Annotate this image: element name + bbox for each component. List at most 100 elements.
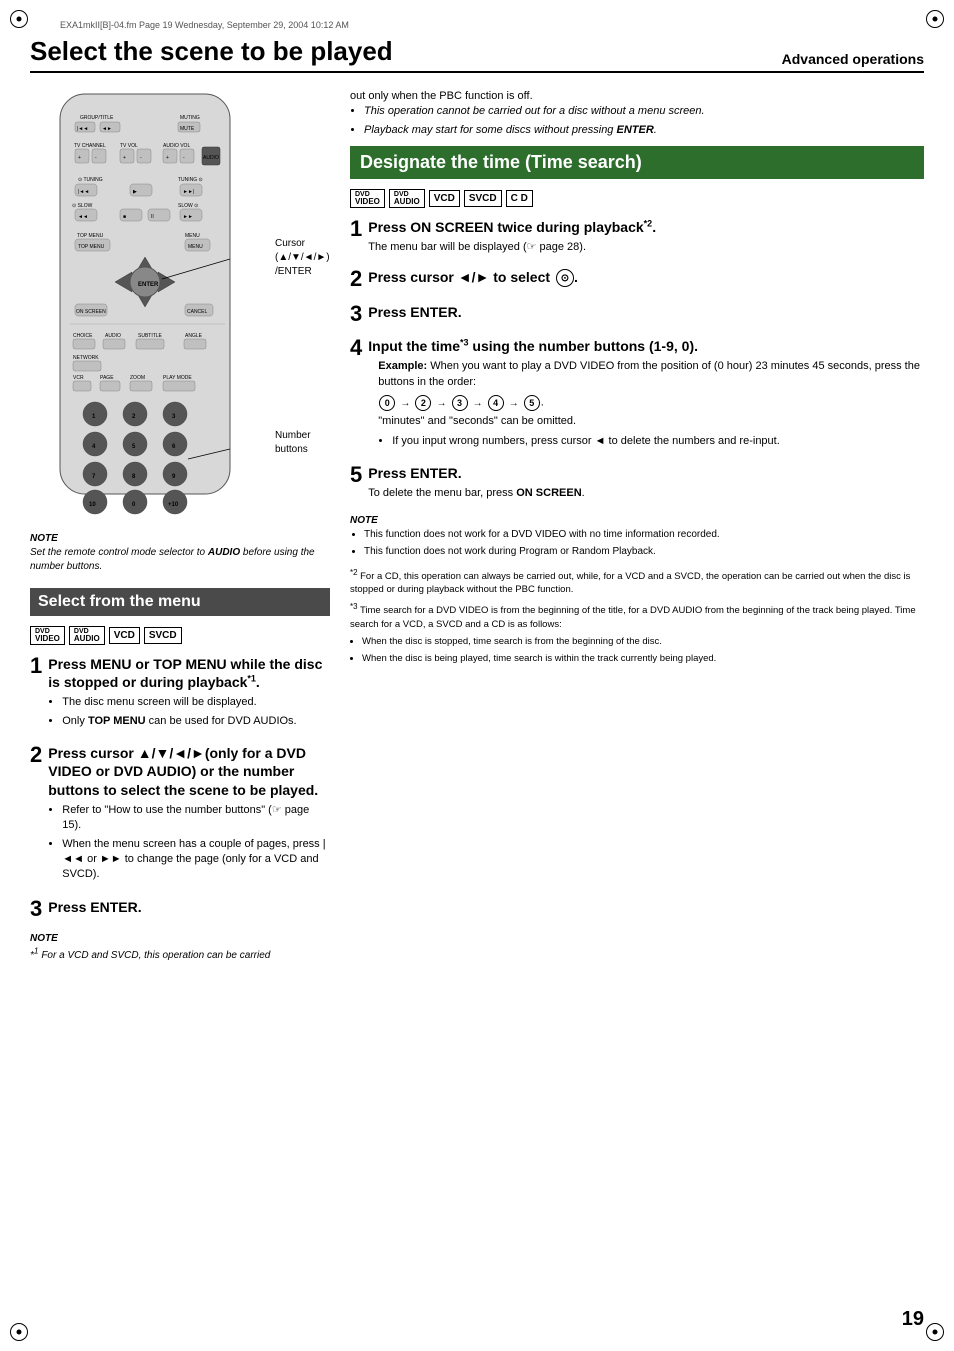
step-des-2-heading: Press cursor ◄/► to select ⊙. — [368, 268, 578, 287]
menu-note-bottom: NOTE *1 For a VCD and SVCD, this operati… — [30, 932, 330, 963]
corner-decoration-tl — [10, 10, 28, 28]
step-des-5: 5 Press ENTER. To delete the menu bar, p… — [350, 464, 924, 502]
step-des-1-number: 1 — [350, 218, 362, 240]
svg-text:NETWORK: NETWORK — [73, 355, 99, 361]
step-menu-2: 2 Press cursor ▲/▼/◄/►(only for a DVD VI… — [30, 744, 330, 886]
step-menu-3-number: 3 — [30, 898, 42, 920]
step-menu-3-heading: Press ENTER. — [48, 898, 141, 916]
example-num-4: 4 — [488, 395, 504, 411]
right-col-intro: out only when the PBC function is off. T… — [350, 89, 924, 138]
designate-formats: DVD VIDEO DVD AUDIO VCD SVCD C D — [350, 189, 924, 208]
number-buttons-label: Numberbuttons — [275, 429, 311, 457]
example-num-0: 0 — [379, 395, 395, 411]
designate-header: Designate the time (Time search) — [350, 146, 924, 179]
step-des-1-heading: Press ON SCREEN twice during playback*2. — [368, 218, 656, 236]
page-title: Select the scene to be played — [30, 36, 393, 67]
svg-text:TOP MENU: TOP MENU — [77, 233, 104, 239]
menu-note-title: NOTE — [30, 933, 58, 944]
badge-dvd-audio-2: DVD AUDIO — [389, 189, 425, 208]
svg-text:MUTE: MUTE — [180, 126, 195, 132]
badge-vcd: VCD — [109, 627, 140, 644]
designate-note-title: NOTE — [350, 515, 378, 526]
svg-text:■: ■ — [123, 214, 126, 220]
svg-text:▶: ▶ — [133, 189, 137, 195]
badge-svcd: SVCD — [144, 627, 182, 644]
badge-vcd-2: VCD — [429, 190, 460, 207]
page-header: Select the scene to be played Advanced o… — [30, 36, 924, 73]
svg-text:GROUP/TITLE: GROUP/TITLE — [80, 115, 114, 121]
svg-text:VCR: VCR — [73, 375, 84, 381]
step-des-2: 2 Press cursor ◄/► to select ⊙. — [350, 268, 924, 291]
svg-text:ZOOM: ZOOM — [130, 375, 145, 381]
step-des-3-heading: Press ENTER. — [368, 303, 461, 321]
designate-note-1: This function does not work for a DVD VI… — [364, 528, 924, 542]
corner-decoration-tr — [926, 10, 944, 28]
step-des-1: 1 Press ON SCREEN twice during playback*… — [350, 218, 924, 256]
example-num-2: 2 — [415, 395, 431, 411]
designate-note-2: This function does not work during Progr… — [364, 545, 924, 559]
left-column: GROUP/TITLE |◄◄ ◄► MUTING MUTE TV CHANNE… — [30, 89, 330, 963]
svg-text:+: + — [123, 155, 126, 161]
svg-text:TV CHANNEL: TV CHANNEL — [74, 143, 106, 149]
step-des-3: 3 Press ENTER. — [350, 303, 924, 325]
svg-text:ON SCREEN: ON SCREEN — [76, 309, 106, 315]
step-menu-1-number: 1 — [30, 655, 42, 677]
cursor-label: Cursor (▲/▼/◄/►) /ENTER — [275, 237, 330, 279]
example-note-2: If you input wrong numbers, press cursor… — [392, 434, 924, 449]
svg-text:CHOICE: CHOICE — [73, 333, 93, 339]
corner-decoration-bl — [10, 1323, 28, 1341]
step-des-4: 4 Input the time*3 using the number butt… — [350, 337, 924, 452]
step-menu-3: 3 Press ENTER. — [30, 898, 330, 920]
svg-text:AUDIO: AUDIO — [105, 333, 121, 339]
remote-note: NOTE Set the remote control mode selecto… — [30, 532, 330, 574]
badge-dvd-video-2: DVD VIDEO — [350, 189, 385, 208]
remote-note-title: NOTE — [30, 533, 58, 544]
svg-text:TV VOL: TV VOL — [120, 143, 138, 149]
step-menu-2-number: 2 — [30, 744, 42, 766]
svg-text:II: II — [151, 214, 154, 220]
step-des-1-body: The menu bar will be displayed (☞ page 2… — [368, 240, 656, 255]
svg-text:◄◄: ◄◄ — [78, 214, 88, 220]
svg-text:PAGE: PAGE — [100, 375, 114, 381]
badge-dvd-video: DVD VIDEO — [30, 626, 65, 645]
step-menu-1-heading: Press MENU or TOP MENU while the disc is… — [48, 655, 330, 691]
svg-text:AUDIO VOL: AUDIO VOL — [163, 143, 190, 149]
svg-text:SUBTITLE: SUBTITLE — [138, 333, 163, 339]
step-menu-1: 1 Press MENU or TOP MENU while the disc … — [30, 655, 330, 732]
step-menu-2-heading: Press cursor ▲/▼/◄/►(only for a DVD VIDE… — [48, 744, 330, 799]
svg-text:►►|: ►►| — [183, 189, 194, 195]
svg-text:10: 10 — [89, 502, 96, 508]
svg-text:|◄◄: |◄◄ — [77, 126, 88, 132]
designate-header-title: Designate the time (Time search) — [360, 152, 914, 173]
step-des-5-number: 5 — [350, 464, 362, 486]
file-info: EXA1mkII[B]-04.fm Page 19 Wednesday, Sep… — [60, 20, 924, 30]
intro-bullet-1: This operation cannot be carried out for… — [364, 104, 924, 119]
svg-text:TUNING ⊙: TUNING ⊙ — [178, 177, 203, 183]
step-des-4-heading: Input the time*3 using the number button… — [368, 337, 924, 355]
step-des-5-body: To delete the menu bar, press ON SCREEN. — [368, 486, 584, 501]
content-area: GROUP/TITLE |◄◄ ◄► MUTING MUTE TV CHANNE… — [30, 89, 924, 963]
remote-container: GROUP/TITLE |◄◄ ◄► MUTING MUTE TV CHANNE… — [30, 89, 310, 522]
svg-text:+10: +10 — [168, 502, 179, 508]
remote-svg: GROUP/TITLE |◄◄ ◄► MUTING MUTE TV CHANNE… — [30, 89, 270, 519]
step-des-4-body: Example: When you want to play a DVD VID… — [368, 359, 924, 449]
example-note-1: "minutes" and "seconds" can be omitted. — [378, 414, 924, 429]
svg-text:◄►: ◄► — [102, 126, 112, 132]
svg-text:|◄◄: |◄◄ — [78, 189, 89, 195]
step-des-2-number: 2 — [350, 268, 362, 290]
footnote-3-bullet-1: When the disc is stopped, time search is… — [362, 635, 924, 648]
badge-cd: C D — [506, 190, 533, 207]
svg-text:►►: ►► — [183, 214, 193, 220]
svg-text:SLOW ⊙: SLOW ⊙ — [178, 203, 198, 209]
svg-text:MENU: MENU — [185, 233, 200, 239]
right-column: out only when the PBC function is off. T… — [350, 89, 924, 963]
section-label: Advanced operations — [782, 51, 924, 67]
footnote-3-bullet-2: When the disc is being played, time sear… — [362, 652, 924, 665]
svg-text:ANGLE: ANGLE — [185, 333, 203, 339]
step-des-4-number: 4 — [350, 337, 362, 359]
svg-text:CANCEL: CANCEL — [187, 309, 208, 315]
intro-bullet-2: Playback may start for some discs withou… — [364, 123, 924, 138]
svg-text:AUDIO: AUDIO — [203, 155, 219, 161]
svg-text:⊙ SLOW: ⊙ SLOW — [72, 203, 93, 209]
example-num-5: 5 — [524, 395, 540, 411]
